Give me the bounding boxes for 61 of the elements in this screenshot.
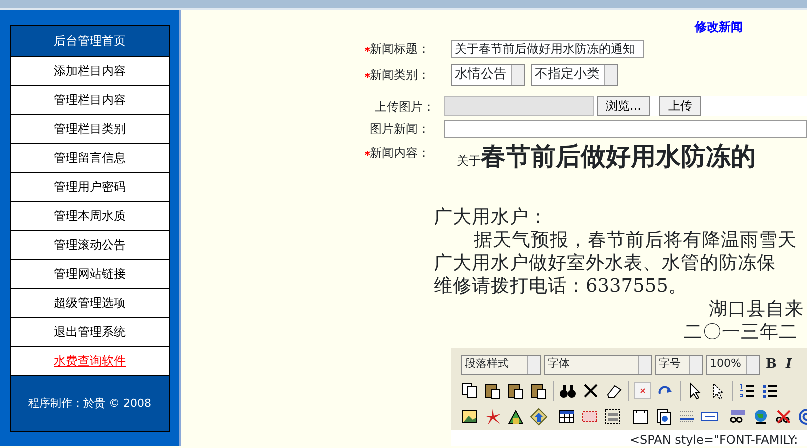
body-text: 据天气预报，春节前后将有降温雨雪天 [473, 228, 798, 252]
page-title: 修改新闻 [695, 19, 744, 36]
paste-icon[interactable] [484, 382, 502, 400]
document-icon[interactable] [655, 408, 673, 426]
source-code-text: <SPAN style="FONT-FAMILY: [451, 430, 807, 446]
image-news-field[interactable] [444, 120, 807, 138]
heading-prefix: 关于 [457, 154, 481, 168]
required-asterisk-icon [365, 73, 370, 78]
signature-text: 二〇一三年二 [683, 320, 799, 344]
table-icon[interactable] [558, 408, 576, 426]
image-icon[interactable] [461, 408, 479, 426]
bold-button[interactable]: B [763, 354, 780, 374]
toolbar-dropdown[interactable]: 100% [706, 354, 760, 374]
body-text: 广大用水户做好室外水表、水管的防冻保 [434, 252, 777, 274]
cross-icon[interactable] [634, 382, 652, 400]
body-text: 维修请拨打电话：6337555。 [434, 274, 688, 298]
sidebar-link[interactable]: 管理本周水质 [11, 202, 169, 231]
field-label: 新闻内容： [365, 144, 451, 162]
sidebar-link[interactable]: 管理栏目内容 [11, 86, 169, 115]
title-input[interactable]: 关于春节前后做好用水防冻的通知 [451, 40, 644, 58]
field-label: 新闻标题： [365, 40, 451, 58]
starburst-icon[interactable] [484, 408, 502, 426]
frame-icon[interactable] [632, 408, 650, 426]
italic-button[interactable]: I [783, 354, 796, 374]
required-asterisk-icon [365, 47, 370, 52]
sidebar-link[interactable]: 管理栏目类别 [11, 115, 169, 144]
greeting-text: 广大用水户： [434, 206, 549, 228]
category-select[interactable]: 水情公告 [451, 64, 525, 86]
sidebar-link[interactable]: 后台管理首页 [11, 26, 169, 57]
browse-button[interactable]: 浏览... [596, 96, 650, 116]
paste-icon[interactable] [507, 382, 525, 400]
field-label: 新闻类别： [365, 66, 451, 84]
sidebar-link[interactable]: 水费查询软件 [11, 347, 169, 376]
toolbar-dropdown[interactable]: 字体 [544, 354, 652, 374]
toolbar-dropdown[interactable]: 字号 [655, 354, 703, 374]
category-select[interactable]: 不指定小类 [531, 64, 618, 86]
field-label: 上传图片： [374, 99, 436, 116]
numbered-list-icon[interactable] [738, 382, 756, 400]
sidebar-link[interactable]: 添加栏目内容 [11, 57, 169, 86]
sidebar-link[interactable]: 管理用户密码 [11, 173, 169, 202]
article-heading: 春节前后做好用水防冻的 [481, 142, 756, 171]
sidebar-link[interactable]: 管理留言信息 [11, 144, 169, 173]
field-label: 图片新闻： [369, 121, 431, 138]
delete-icon[interactable] [582, 382, 600, 400]
globe-icon[interactable] [752, 408, 770, 426]
toolbar-dropdown[interactable]: 段落样式 [461, 354, 541, 374]
copy-icon[interactable] [461, 382, 479, 400]
link-icon[interactable] [729, 408, 747, 426]
required-asterisk-icon [365, 151, 370, 156]
sidebar-link[interactable]: 退出管理系统 [11, 318, 169, 347]
sidebar-link[interactable]: 管理网站链接 [11, 260, 169, 289]
sidebar-link[interactable]: 管理滚动公告 [11, 231, 169, 260]
sidebar-link[interactable]: 超级管理选项 [11, 289, 169, 318]
file-path-field[interactable] [444, 96, 594, 116]
paste-icon[interactable] [530, 382, 548, 400]
up-arrow-icon[interactable] [530, 408, 548, 426]
credits-footer: 程序制作：於贵 © 2008 [11, 376, 169, 431]
unlink-icon[interactable] [775, 408, 793, 426]
form-icon[interactable] [604, 408, 622, 426]
upload-button[interactable]: 上传 [659, 96, 702, 116]
signature-text: 湖口县自来 [708, 298, 805, 320]
